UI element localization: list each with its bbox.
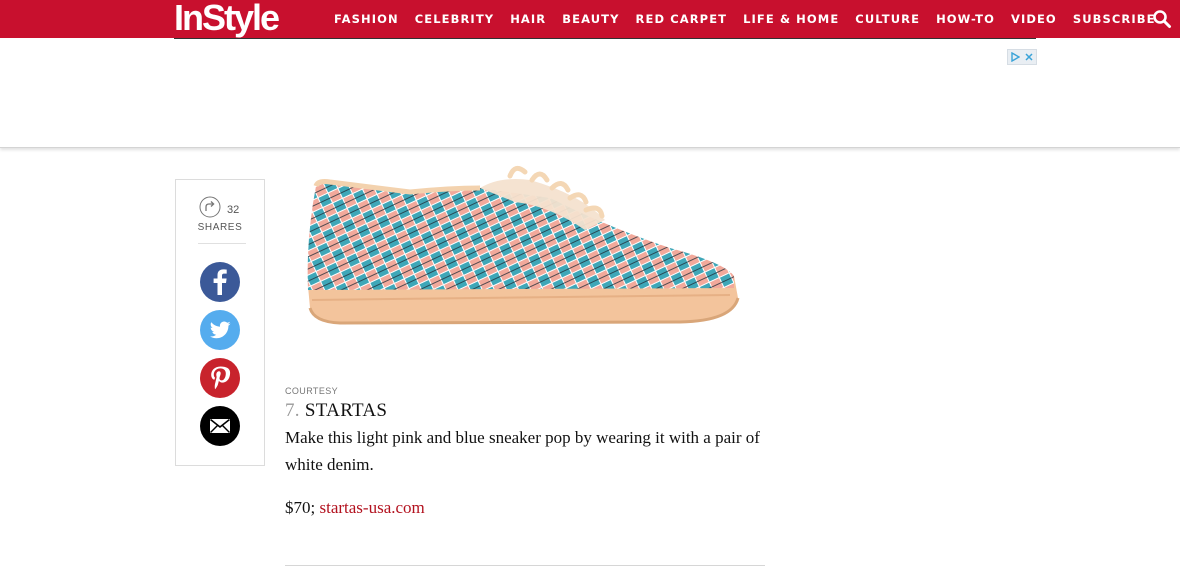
product-link[interactable]: startas-usa.com <box>319 498 424 517</box>
nav-hair[interactable]: HAIR <box>510 12 546 26</box>
nav-subscribe[interactable]: SUBSCRIBE <box>1073 12 1156 26</box>
product-price: $70; <box>285 498 316 517</box>
nav-fashion[interactable]: FASHION <box>334 12 399 26</box>
product-description: Make this light pink and blue sneaker po… <box>285 428 760 474</box>
image-credit: COURTESY <box>285 386 339 396</box>
shares-label: SHARES <box>197 222 243 233</box>
section-divider <box>285 565 765 566</box>
product-brand: STARTAS <box>304 400 388 421</box>
product-number: 7. <box>285 400 300 421</box>
share-arrow-icon[interactable] <box>199 196 221 223</box>
instyle-logo[interactable]: InStyle <box>174 0 280 39</box>
nav-celebrity[interactable]: CELEBRITY <box>415 12 494 26</box>
nav-video[interactable]: VIDEO <box>1011 12 1057 26</box>
nav-culture[interactable]: CULTURE <box>855 12 920 26</box>
nav-life-home[interactable]: LIFE & HOME <box>743 12 839 26</box>
adchoices-icon[interactable] <box>1008 50 1022 64</box>
top-nav-bar: InStyle FASHION CELEBRITY HAIR BEAUTY RE… <box>0 0 1180 38</box>
main-nav: FASHION CELEBRITY HAIR BEAUTY RED CARPET… <box>334 12 1172 26</box>
share-count-row: 32 <box>199 196 239 223</box>
adchoices-badge[interactable] <box>1007 49 1037 65</box>
nav-beauty[interactable]: BEAUTY <box>562 12 619 26</box>
close-icon[interactable] <box>1022 50 1036 64</box>
facebook-icon[interactable] <box>200 262 240 302</box>
product-image <box>300 158 750 343</box>
twitter-icon[interactable] <box>200 310 240 350</box>
nav-red-carpet[interactable]: RED CARPET <box>636 12 728 26</box>
nav-how-to[interactable]: HOW-TO <box>936 12 995 26</box>
product-price-line: $70; startas-usa.com <box>285 498 425 518</box>
search-icon[interactable] <box>1152 9 1172 29</box>
pinterest-icon[interactable] <box>200 358 240 398</box>
product-title: 7. STARTAS <box>285 400 387 422</box>
email-icon[interactable] <box>200 406 240 446</box>
share-divider <box>198 243 246 244</box>
ad-banner <box>0 39 1180 148</box>
share-rail: 32 SHARES <box>175 179 265 466</box>
share-count: 32 <box>227 203 240 216</box>
